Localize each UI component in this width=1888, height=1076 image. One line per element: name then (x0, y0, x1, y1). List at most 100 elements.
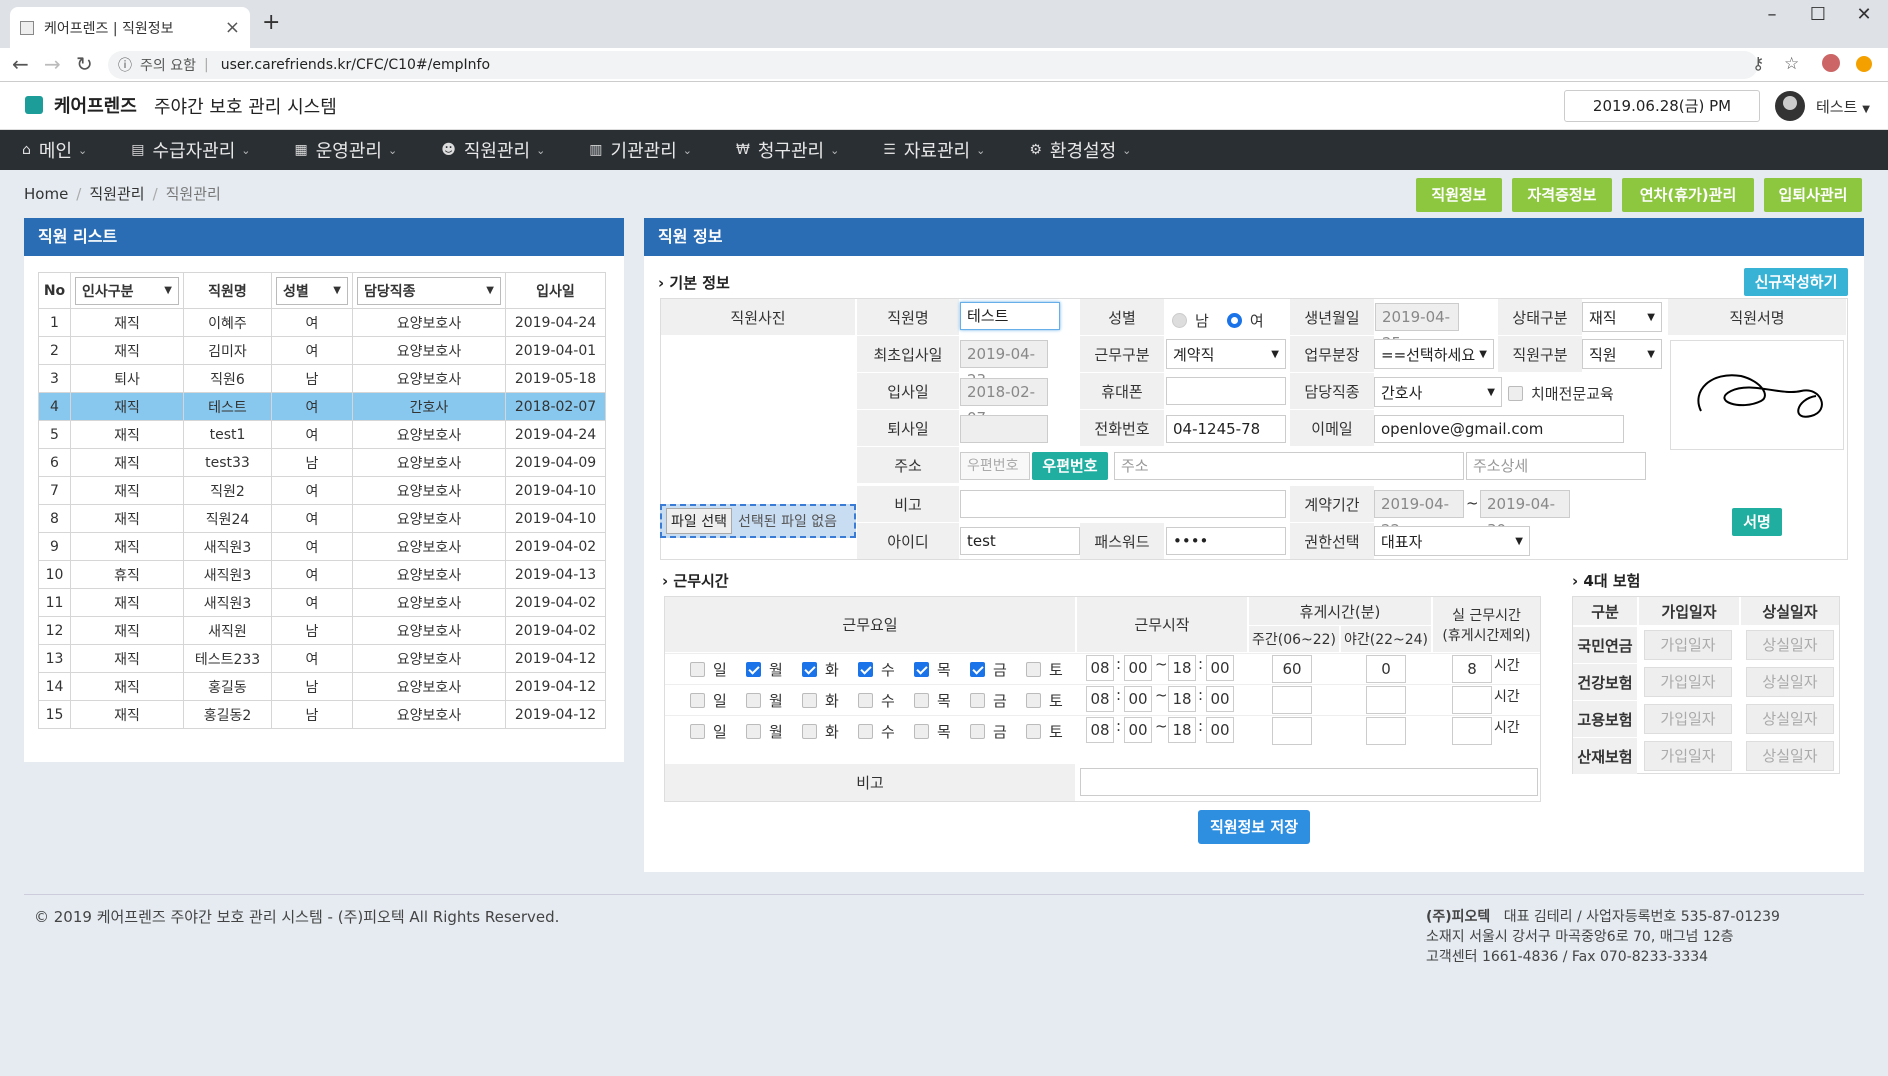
maximize-icon[interactable]: ☐ (1798, 4, 1838, 25)
day-break-input[interactable] (1272, 717, 1312, 745)
dementia-checkbox[interactable] (1508, 386, 1523, 401)
table-row[interactable]: 6 재직 test33 남 요양보호사 2019-04-09 (38, 448, 606, 477)
table-row[interactable]: 2 재직 김미자 여 요양보호사 2019-04-01 (38, 336, 606, 365)
day-checkbox[interactable] (690, 693, 705, 708)
real-hours-input[interactable]: 8 (1452, 655, 1492, 683)
day-checkbox[interactable] (858, 724, 873, 739)
key-icon[interactable]: ⚷ (1752, 54, 1764, 74)
day-checkbox[interactable] (858, 662, 873, 677)
nav-item-3[interactable]: ☻ 직원관리 ⌄ (441, 137, 545, 163)
day-checkbox[interactable] (746, 724, 761, 739)
photo-file-input[interactable]: 파일 선택 선택된 파일 없음 (660, 504, 856, 538)
start-minute-input[interactable]: 00 (1124, 717, 1152, 743)
end-hour-input[interactable]: 18 (1168, 655, 1196, 681)
day-checkbox[interactable] (914, 724, 929, 739)
save-staff-button[interactable]: 직원정보 저장 (1198, 810, 1310, 844)
nav-item-7[interactable]: ⚙ 환경설정 ⌄ (1029, 137, 1131, 163)
night-break-input[interactable]: 0 (1366, 655, 1406, 683)
end-hour-input[interactable]: 18 (1168, 686, 1196, 712)
email-input[interactable]: openlove@gmail.com (1374, 415, 1624, 443)
table-row[interactable]: 3 퇴사 직원6 남 요양보호사 2019-05-18 (38, 364, 606, 393)
back-icon[interactable]: ← (12, 52, 29, 76)
table-row[interactable]: 7 재직 직원2 여 요양보호사 2019-04-10 (38, 476, 606, 505)
day-checkbox[interactable] (914, 662, 929, 677)
id-input[interactable]: test (960, 527, 1080, 555)
gender-filter-select[interactable]: 성별 ▼ (276, 276, 348, 305)
insurance-loss-input[interactable]: 상실일자 (1746, 704, 1834, 734)
female-radio[interactable] (1226, 313, 1242, 328)
nav-item-5[interactable]: ₩ 청구관리 ⌄ (736, 137, 839, 163)
insurance-loss-input[interactable]: 상실일자 (1746, 741, 1834, 771)
password-input[interactable]: •••• (1166, 527, 1286, 555)
table-row[interactable]: 4 재직 테스트 여 간호사 2018-02-07 (38, 392, 606, 421)
night-break-input[interactable] (1366, 717, 1406, 745)
auth-select[interactable]: 대표자 ▼ (1374, 526, 1530, 556)
table-row[interactable]: 10 휴직 새직원3 여 요양보호사 2019-04-13 (38, 560, 606, 589)
nav-item-0[interactable]: ⌂ 메인 ⌄ (22, 137, 87, 163)
nav-item-1[interactable]: ▤ 수급자관리 ⌄ (131, 137, 250, 163)
table-row[interactable]: 1 재직 이혜주 여 요양보호사 2019-04-24 (38, 308, 606, 337)
table-row[interactable]: 13 재직 테스트233 여 요양보호사 2019-04-12 (38, 644, 606, 673)
day-checkbox[interactable] (914, 693, 929, 708)
night-break-input[interactable] (1366, 686, 1406, 714)
contract-from-input[interactable]: 2019-04-22 (1374, 490, 1464, 539)
type-filter-select[interactable]: 인사구분 ▼ (75, 276, 179, 305)
user-menu[interactable]: 테스트 ▼ (1816, 96, 1870, 117)
close-window-icon[interactable]: ✕ (1844, 4, 1884, 25)
day-checkbox[interactable] (1026, 693, 1041, 708)
profile-icon[interactable] (1822, 54, 1840, 72)
work-type-select[interactable]: 계약직 ▼ (1166, 339, 1286, 369)
insurance-loss-input[interactable]: 상실일자 (1746, 667, 1834, 697)
day-checkbox[interactable] (1026, 724, 1041, 739)
start-minute-input[interactable]: 00 (1124, 655, 1152, 681)
day-checkbox[interactable] (1026, 662, 1041, 677)
job-filter-select[interactable]: 담당직종 ▼ (357, 276, 501, 305)
end-minute-input[interactable]: 00 (1206, 717, 1234, 743)
insurance-join-input[interactable]: 가입일자 (1644, 630, 1732, 660)
breadcrumb-home[interactable]: Home (24, 185, 68, 203)
real-hours-input[interactable] (1452, 686, 1492, 714)
insurance-join-input[interactable]: 가입일자 (1644, 704, 1732, 734)
new-entry-button[interactable]: 신규작성하기 (1744, 268, 1848, 296)
day-checkbox[interactable] (690, 662, 705, 677)
reload-icon[interactable]: ↻ (76, 52, 93, 76)
start-minute-input[interactable]: 00 (1124, 686, 1152, 712)
day-checkbox[interactable] (746, 693, 761, 708)
file-select-button[interactable]: 파일 선택 (666, 508, 732, 534)
info-icon[interactable]: ⓘ (118, 55, 132, 75)
browser-tab[interactable]: 케어프렌즈 | 직원정보 × (10, 7, 250, 48)
memo-input[interactable] (960, 490, 1286, 518)
leave-input[interactable] (960, 415, 1048, 443)
breadcrumb-section[interactable]: 직원관리 (89, 185, 144, 203)
status-select[interactable]: 재직 ▼ (1582, 302, 1662, 332)
day-checkbox[interactable] (690, 724, 705, 739)
mobile-input[interactable] (1166, 377, 1286, 405)
zip-input[interactable]: 우편번호 (960, 452, 1030, 480)
name-input[interactable]: 테스트 (960, 302, 1060, 330)
omnibox[interactable]: ⓘ 주의 요함 | user.carefriends.kr/CFC/C10#/e… (108, 51, 1758, 79)
table-row[interactable]: 5 재직 test1 여 요양보호사 2019-04-24 (38, 420, 606, 449)
avatar[interactable] (1775, 91, 1805, 121)
male-radio[interactable] (1172, 313, 1187, 328)
end-hour-input[interactable]: 18 (1168, 717, 1196, 743)
forward-icon[interactable]: → (44, 52, 61, 76)
close-tab-icon[interactable]: × (225, 17, 240, 38)
minimize-icon[interactable]: – (1752, 4, 1792, 25)
start-hour-input[interactable]: 08 (1086, 655, 1114, 681)
day-checkbox[interactable] (970, 724, 985, 739)
table-row[interactable]: 8 재직 직원24 여 요양보호사 2019-04-10 (38, 504, 606, 533)
extension-icon[interactable] (1856, 56, 1872, 72)
nav-item-2[interactable]: ▦ 운영관리 ⌄ (295, 137, 398, 163)
new-tab-icon[interactable]: + (262, 10, 280, 35)
day-break-input[interactable] (1272, 686, 1312, 714)
phone-input[interactable]: 04-1245-78 (1166, 415, 1286, 443)
nav-item-4[interactable]: ▥ 기관관리 ⌄ (589, 137, 692, 163)
day-break-input[interactable]: 60 (1272, 655, 1312, 683)
table-row[interactable]: 11 재직 새직원3 여 요양보호사 2019-04-02 (38, 588, 606, 617)
duty-select[interactable]: ==선택하세요 ▼ (1374, 339, 1494, 369)
insurance-join-input[interactable]: 가입일자 (1644, 667, 1732, 697)
address-detail-input[interactable]: 주소상세 (1466, 452, 1646, 480)
day-checkbox[interactable] (970, 693, 985, 708)
table-row[interactable]: 14 재직 홍길동 남 요양보호사 2019-04-12 (38, 672, 606, 701)
brand-name[interactable]: 케어프렌즈 (54, 92, 137, 118)
